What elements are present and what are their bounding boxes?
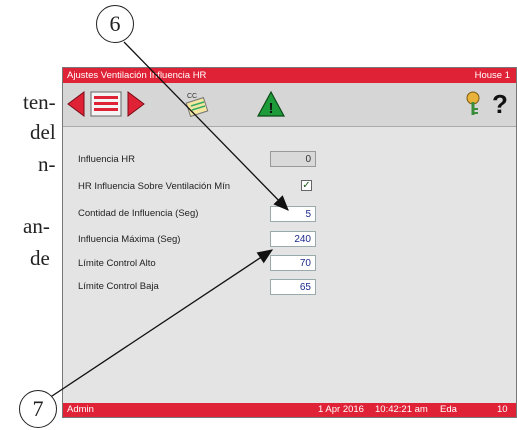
control-high-label: Límite Control Alto: [78, 258, 156, 269]
next-arrow-icon[interactable]: [125, 89, 147, 119]
influence-hr-value: 0: [270, 151, 316, 167]
influence-max-field[interactable]: 240: [270, 231, 316, 247]
status-user: Admin: [67, 404, 94, 415]
house-label: House 1: [474, 70, 510, 81]
help-icon[interactable]: ?: [488, 89, 512, 119]
manual-text-line-2: del: [30, 120, 56, 144]
influence-hr-label: Influencia HR: [78, 154, 136, 165]
manual-text-line-1: ten-: [23, 90, 56, 114]
help-label: ?: [492, 88, 508, 119]
toolbar: CC ! ?: [63, 83, 516, 127]
page-title: Ajustes Ventilación Influencia HR: [67, 70, 207, 81]
hr-vent-min-checkbox[interactable]: ✓: [301, 180, 312, 191]
status-time: 10:42:21 am: [375, 404, 428, 415]
control-low-field[interactable]: 65: [270, 279, 316, 295]
manual-text-line-4: an-: [23, 214, 50, 238]
title-bar: Ajustes Ventilación Influencia HR House …: [63, 68, 516, 83]
status-count: 10: [497, 404, 508, 415]
influence-amount-field[interactable]: 5: [270, 206, 316, 222]
settings-screen: Ajustes Ventilación Influencia HR House …: [62, 67, 517, 418]
callout-7: 7: [19, 390, 57, 428]
manual-text-line-3: n-: [38, 152, 56, 176]
manual-text-line-5: de: [30, 246, 50, 270]
control-low-label: Límite Control Baja: [78, 281, 159, 292]
warning-mark: !: [269, 100, 274, 117]
callout-6: 6: [96, 5, 134, 43]
list-icon[interactable]: [89, 89, 123, 119]
control-high-field[interactable]: 70: [270, 255, 316, 271]
cc-label: CC: [187, 93, 197, 100]
hr-vent-min-label: HR Influencia Sobre Ventilación Mín: [78, 181, 231, 192]
prev-arrow-icon[interactable]: [65, 89, 87, 119]
warning-icon[interactable]: !: [255, 89, 287, 119]
cc-settings-icon[interactable]: CC: [181, 89, 213, 119]
status-mode: Eda: [440, 404, 457, 415]
status-date: 1 Apr 2016: [318, 404, 364, 415]
status-bar: Admin 1 Apr 2016 10:42:21 am Eda 10: [63, 403, 516, 417]
key-icon[interactable]: [461, 89, 485, 119]
influence-amount-label: Contidad de Influencia (Seg): [78, 208, 199, 219]
influence-max-label: Influencia Máxima (Seg): [78, 234, 181, 245]
